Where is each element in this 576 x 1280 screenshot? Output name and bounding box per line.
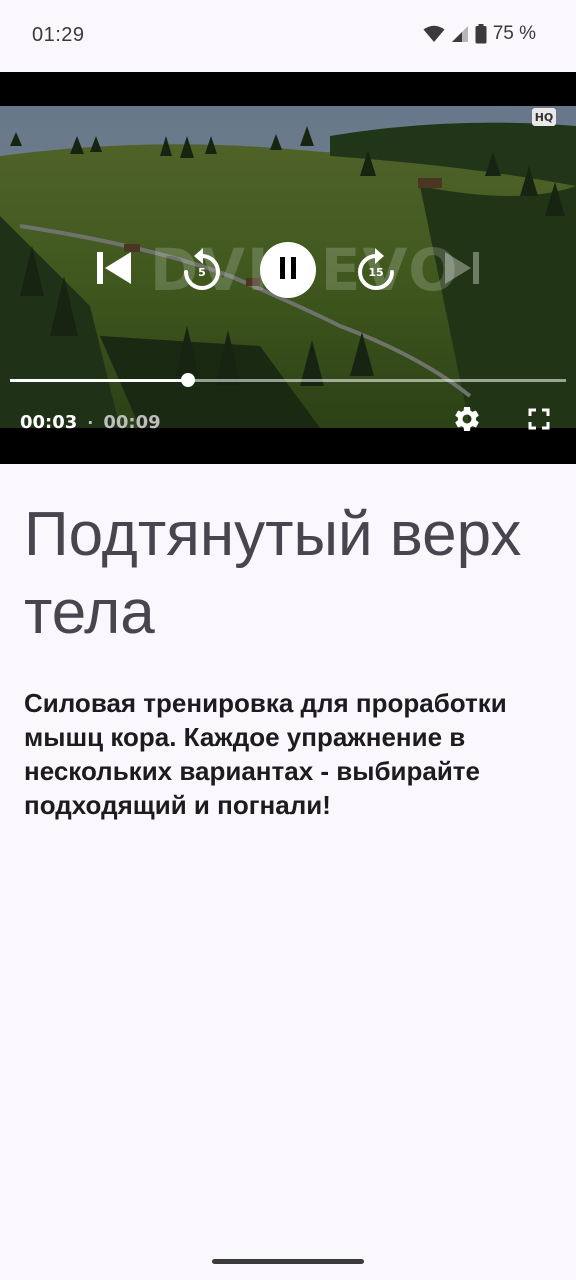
workout-description: Силовая тренировка для проработки мышц к… [24,688,507,820]
current-time: 00:03 [20,412,78,433]
workout-title: Подтянутый верх тела [24,500,522,647]
workout-info: Подтянутый верх тела Силовая тренировка … [24,496,554,822]
pause-icon [278,256,298,285]
previous-button[interactable] [92,248,136,292]
battery-icon [475,24,487,44]
replay-5-icon: 5 [178,244,226,296]
battery-percent: 75 % [492,23,536,44]
cellular-signal-icon [451,25,469,43]
status-time: 01:29 [32,24,85,46]
hq-badge: HQ [532,108,556,126]
fullscreen-icon [527,407,551,436]
skip-next-icon [443,250,481,291]
rewind-seconds: 5 [198,266,206,279]
settings-button[interactable] [452,406,482,436]
pause-button[interactable] [260,242,316,298]
forward-15-icon: 15 [352,244,400,296]
seek-bar-progress [10,379,188,382]
fullscreen-button[interactable] [526,408,552,434]
gesture-navigation-handle[interactable] [212,1259,364,1264]
time-separator: · [87,413,94,432]
next-button[interactable] [440,248,484,292]
settings-gear-icon [452,404,482,439]
rewind-button[interactable]: 5 [178,244,226,296]
status-icons: 75 % [423,23,536,45]
duration: 00:09 [103,412,161,433]
forward-button[interactable]: 15 [352,244,400,296]
seek-bar-thumb[interactable] [181,373,195,387]
seek-bar[interactable] [10,373,566,387]
wifi-icon [423,25,445,43]
video-player[interactable]: HQ DVIDEVO 5 [0,72,576,464]
status-bar: 01:29 75 % [0,0,576,72]
time-display: 00:03 · 00:09 [20,412,161,433]
skip-previous-icon [95,250,133,291]
forward-seconds: 15 [368,266,384,279]
